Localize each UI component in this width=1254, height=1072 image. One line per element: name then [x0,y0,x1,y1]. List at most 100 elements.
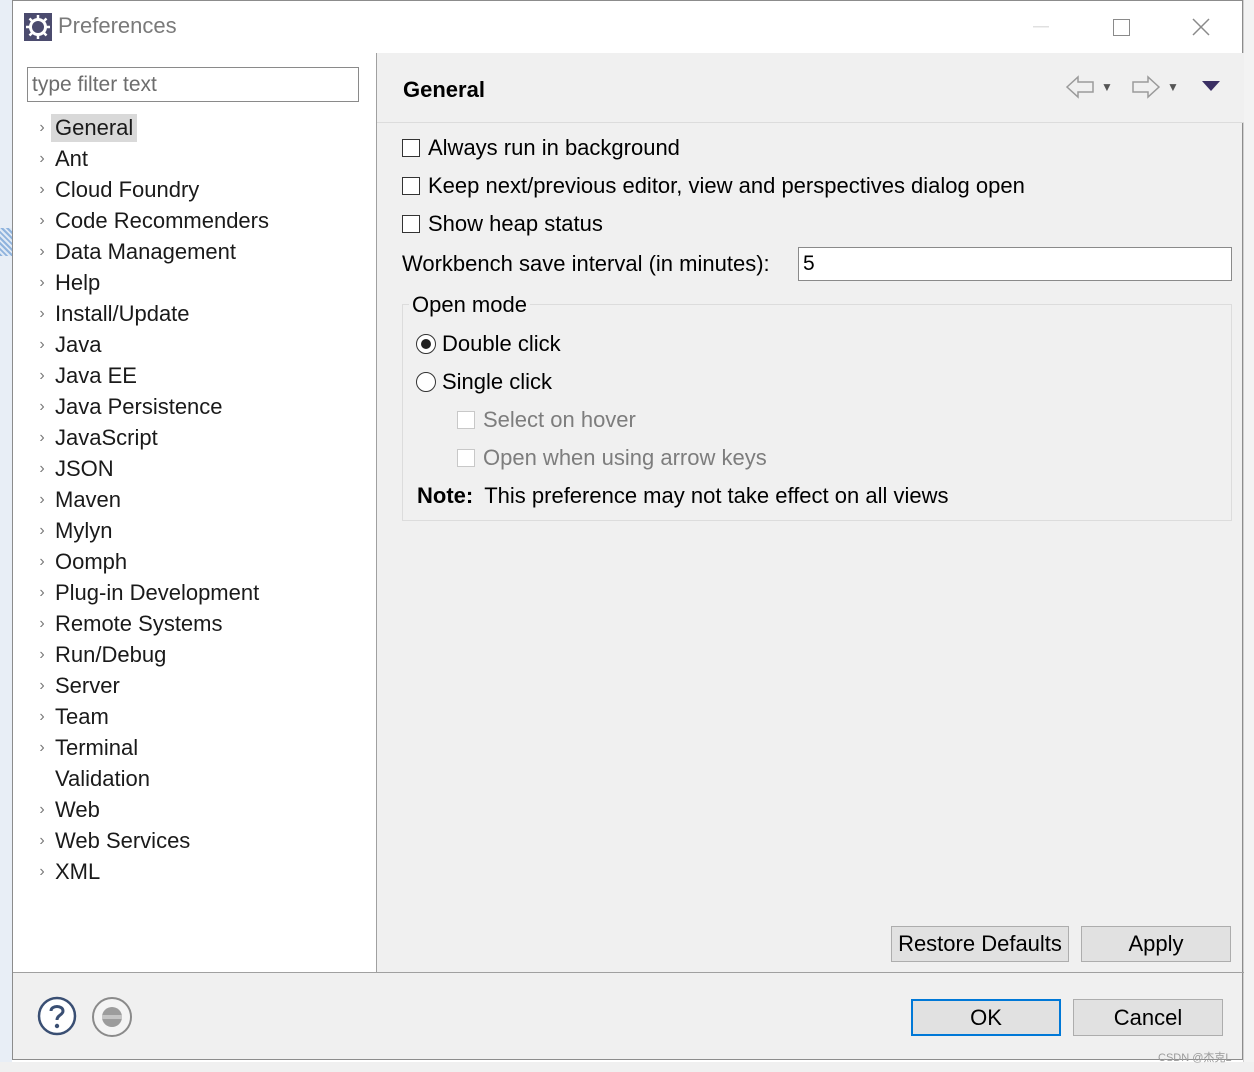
tree-item-label: Java Persistence [55,393,223,419]
chevron-right-icon[interactable]: › [33,615,51,633]
pane-splitter[interactable] [376,53,377,972]
background-window-strip-bottom [0,1062,1254,1072]
chevron-right-icon[interactable]: › [33,243,51,261]
keep-dialog-open-option[interactable]: Keep next/previous editor, view and pers… [402,173,1025,199]
tree-item[interactable]: › Mylyn [33,515,273,546]
cancel-button[interactable]: Cancel [1073,999,1223,1036]
tree-item[interactable]: › Maven [33,484,273,515]
page-title: General [403,77,485,102]
preferences-dialog: Preferences ›General›Ant›Cloud Foundry›C… [12,0,1244,1060]
tree-item-label: Ant [55,145,89,171]
save-interval-input[interactable] [798,247,1232,281]
chevron-right-icon[interactable]: › [33,212,51,230]
double-click-radio[interactable] [416,334,436,354]
chevron-right-icon[interactable]: › [33,367,51,385]
maximize-button[interactable] [1099,11,1143,43]
title-bar[interactable]: Preferences [13,1,1242,53]
restore-defaults-button[interactable]: Restore Defaults [891,926,1069,962]
chevron-right-icon[interactable]: › [33,274,51,292]
view-menu-icon[interactable] [1201,79,1221,93]
tree-item-label: Team [55,703,109,729]
chevron-right-icon[interactable]: › [33,181,51,199]
minimize-button[interactable] [1019,11,1063,43]
chevron-right-icon[interactable]: › [33,150,51,168]
close-button[interactable] [1179,11,1223,43]
chevron-right-icon[interactable]: › [33,553,51,571]
chevron-right-icon[interactable]: › [33,739,51,757]
tree-item[interactable]: › Terminal [33,732,273,763]
chevron-right-icon[interactable]: › [33,429,51,447]
always-run-background-option[interactable]: Always run in background [402,135,680,161]
tree-item[interactable]: › Install/Update [33,298,273,329]
apply-button[interactable]: Apply [1081,926,1231,962]
ok-button[interactable]: OK [911,999,1061,1036]
chevron-right-icon[interactable]: › [33,677,51,695]
link-preferences-icon[interactable] [91,996,133,1038]
forward-button[interactable]: ▼ [1131,73,1179,101]
open-arrow-keys-checkbox [457,449,475,467]
double-click-option[interactable]: Double click [416,331,561,357]
tree-item-label: JavaScript [55,424,158,450]
chevron-right-icon[interactable]: › [33,584,51,602]
back-dropdown-icon[interactable]: ▼ [1101,80,1113,94]
chevron-right-icon[interactable]: › [33,336,51,354]
preference-tree: › General › Ant › Cloud Foundry › Code Recommen… [33,112,273,887]
tree-item[interactable]: › General [33,112,273,143]
select-on-hover-option: Select on hover [457,407,636,433]
tree-item-label: Plug-in Development [55,579,260,605]
button-bar-separator [13,972,1244,973]
preference-tree-pane: ›General›Ant›Cloud Foundry›Code Recommen… [13,53,376,972]
tree-item[interactable]: › Run/Debug [33,639,273,670]
chevron-right-icon[interactable]: › [33,398,51,416]
select-on-hover-label: Select on hover [483,407,636,432]
tree-item[interactable]: ›Validation [33,763,273,794]
chevron-right-icon[interactable]: › [33,801,51,819]
tree-item[interactable]: › Help [33,267,273,298]
open-arrow-keys-label: Open when using arrow keys [483,445,767,470]
back-button[interactable]: ▼ [1065,73,1113,101]
show-heap-status-checkbox[interactable] [402,215,420,233]
show-heap-status-option[interactable]: Show heap status [402,211,603,237]
chevron-right-icon[interactable]: › [33,119,51,137]
chevron-right-icon[interactable]: › [33,522,51,540]
tree-item-label: Code Recommenders [55,207,269,233]
tree-item-label: Validation [55,765,150,791]
tree-item[interactable]: › Team [33,701,273,732]
tree-item[interactable]: › XML [33,856,273,887]
forward-dropdown-icon[interactable]: ▼ [1167,80,1179,94]
chevron-right-icon[interactable]: › [33,646,51,664]
tree-item[interactable]: › Java Persistence [33,391,273,422]
open-arrow-keys-option: Open when using arrow keys [457,445,767,471]
tree-item[interactable]: › Code Recommenders [33,205,273,236]
tree-item[interactable]: › Web [33,794,273,825]
note-text: This preference may not take effect on a… [484,483,949,508]
tree-item[interactable]: › Cloud Foundry [33,174,273,205]
chevron-right-icon[interactable]: › [33,305,51,323]
help-icon[interactable] [37,996,77,1036]
tree-item[interactable]: › Java EE [33,360,273,391]
double-click-label: Double click [442,331,561,356]
watermark: CSDN @杰克L [1158,1052,1232,1064]
tree-item[interactable]: › Plug-in Development [33,577,273,608]
tree-item[interactable]: › Ant [33,143,273,174]
tree-item[interactable]: › JSON [33,453,273,484]
tree-item[interactable]: › Remote Systems [33,608,273,639]
chevron-right-icon[interactable]: › [33,708,51,726]
single-click-radio[interactable] [416,372,436,392]
tree-item[interactable]: › JavaScript [33,422,273,453]
chevron-right-icon[interactable]: › [33,491,51,509]
tree-item-label: Remote Systems [55,610,223,636]
tree-item[interactable]: › Data Management [33,236,273,267]
tree-item[interactable]: › Server [33,670,273,701]
chevron-right-icon[interactable]: › [33,832,51,850]
chevron-right-icon[interactable]: › [33,460,51,478]
tree-item[interactable]: › Java [33,329,273,360]
tree-item[interactable]: › Oomph [33,546,273,577]
keep-dialog-open-checkbox[interactable] [402,177,420,195]
tree-item[interactable]: › Web Services [33,825,273,856]
tree-item-label: General [51,113,138,142]
chevron-right-icon[interactable]: › [33,863,51,881]
filter-input[interactable] [27,67,359,102]
single-click-option[interactable]: Single click [416,369,552,395]
always-run-background-checkbox[interactable] [402,139,420,157]
